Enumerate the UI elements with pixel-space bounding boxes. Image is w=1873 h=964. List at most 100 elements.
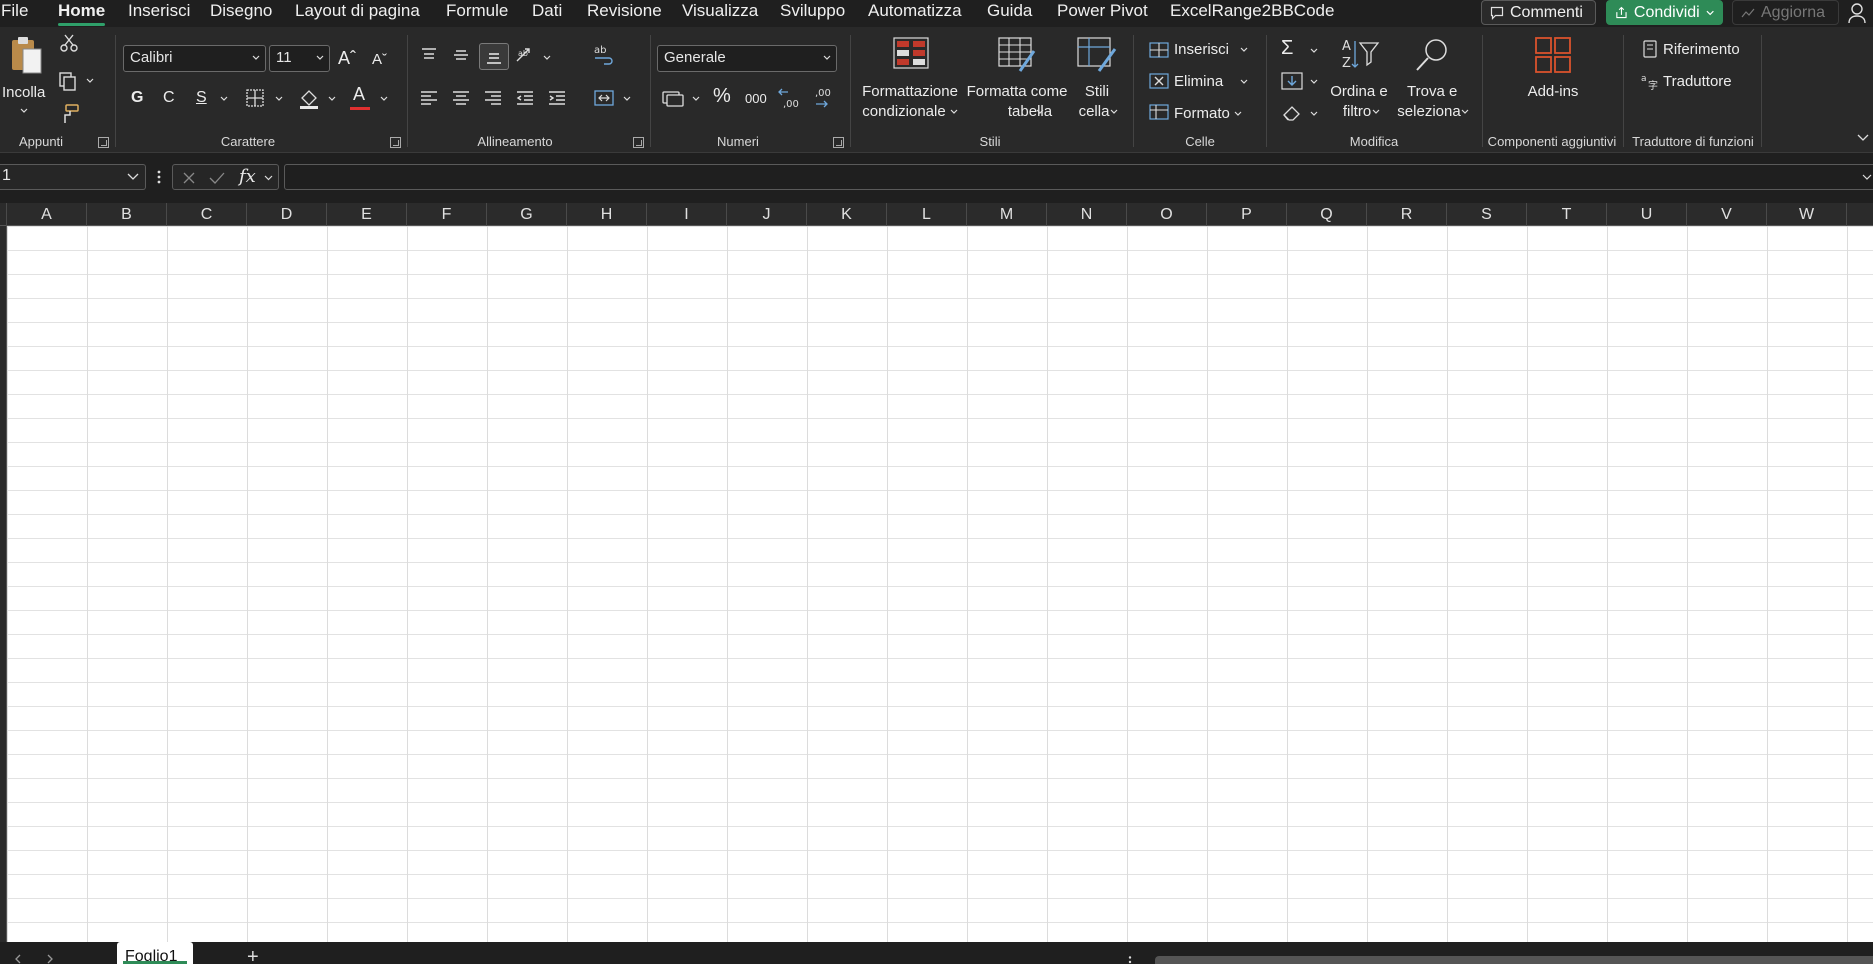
percent-style-button[interactable]: % (713, 86, 731, 106)
ribbon-collapse-icon[interactable] (1857, 134, 1869, 142)
column-header[interactable]: P (1207, 203, 1287, 226)
orientation-chevron-icon[interactable] (543, 54, 551, 62)
column-header[interactable]: Q (1287, 203, 1367, 226)
cell-styles-label-2[interactable]: cella (1074, 102, 1114, 122)
menu-guida[interactable]: Guida (987, 1, 1032, 21)
menu-excelrange2bbcode[interactable]: ExcelRange2BBCode (1170, 1, 1334, 21)
sort-filter-label-2[interactable]: filtro (1339, 102, 1375, 122)
align-bottom-button[interactable] (479, 43, 509, 70)
menu-automatizza[interactable]: Automatizza (868, 1, 962, 21)
cell-styles-label[interactable]: Stili (1081, 82, 1113, 102)
comma-style-button[interactable]: 000 (745, 89, 767, 109)
menu-power-pivot[interactable]: Power Pivot (1057, 1, 1148, 21)
clear-chevron-icon[interactable] (1310, 110, 1318, 118)
column-header[interactable]: U (1607, 203, 1687, 226)
format-as-table-chevron-icon[interactable] (1036, 108, 1044, 116)
menu-formule[interactable]: Formule (446, 1, 508, 21)
accounting-format-icon[interactable] (661, 88, 685, 108)
menu-sviluppo[interactable]: Sviluppo (780, 1, 845, 21)
wrap-text-icon[interactable]: ab (592, 43, 616, 67)
font-color-chevron-icon[interactable] (380, 95, 388, 103)
align-left-icon[interactable] (419, 88, 439, 108)
formula-input[interactable] (284, 164, 1873, 190)
more-sheets-icon[interactable] (1128, 956, 1132, 964)
menu-disegno[interactable]: Disegno (210, 1, 272, 21)
column-header[interactable]: D (247, 203, 327, 226)
insert-function-button[interactable]: fx (239, 166, 256, 187)
font-launcher-icon[interactable] (390, 137, 401, 148)
font-size-select[interactable]: 11 (269, 45, 330, 72)
update-button[interactable]: Aggiorna (1732, 0, 1839, 25)
alignment-launcher-icon[interactable] (633, 137, 644, 148)
merge-chevron-icon[interactable] (623, 95, 631, 103)
clear-icon[interactable] (1281, 103, 1303, 123)
increase-decimal-icon[interactable]: ,00 (778, 86, 802, 110)
column-header[interactable]: T (1527, 203, 1607, 226)
cell-styles-chevron-icon[interactable] (1110, 108, 1118, 116)
align-top-icon[interactable] (419, 45, 439, 65)
name-box[interactable]: 1 (0, 164, 146, 190)
number-launcher-icon[interactable] (833, 137, 844, 148)
sort-filter-label[interactable]: Ordina e (1330, 82, 1388, 102)
paste-label[interactable]: Incolla (2, 83, 45, 103)
menu-visualizza[interactable]: Visualizza (682, 1, 758, 21)
format-as-table-label[interactable]: Formatta come (965, 82, 1069, 102)
find-select-icon[interactable] (1414, 37, 1450, 73)
format-as-table-label-2[interactable]: tabella (1006, 102, 1054, 122)
increase-font-icon[interactable]: Aˆ (338, 48, 356, 68)
column-header-partial[interactable] (1847, 203, 1873, 226)
cut-icon[interactable] (59, 33, 79, 53)
format-cells-chevron-icon[interactable] (1234, 110, 1242, 118)
column-header[interactable]: N (1047, 203, 1127, 226)
column-header[interactable]: F (407, 203, 487, 226)
column-header[interactable]: O (1127, 203, 1207, 226)
conditional-formatting-icon[interactable] (893, 37, 929, 69)
insert-cells-icon[interactable] (1149, 41, 1169, 59)
underline-button[interactable]: S (196, 88, 207, 108)
sheet-tab-active[interactable]: Foglio1 (117, 942, 193, 964)
fill-color-icon[interactable] (298, 86, 320, 110)
menu-inserisci[interactable]: Inserisci (128, 1, 190, 21)
menu-layout[interactable]: Layout di pagina (295, 1, 420, 21)
column-header[interactable]: W (1767, 203, 1847, 226)
clipboard-launcher-icon[interactable] (98, 137, 109, 148)
reference-icon[interactable] (1642, 40, 1658, 58)
italic-button[interactable]: C (163, 88, 175, 108)
menu-home[interactable]: Home (58, 1, 106, 26)
column-header[interactable]: S (1447, 203, 1527, 226)
translator-label[interactable]: Traduttore (1663, 72, 1732, 92)
borders-chevron-icon[interactable] (275, 95, 283, 103)
sort-filter-chevron-icon[interactable] (1372, 108, 1380, 116)
column-header[interactable]: A (7, 203, 87, 226)
translator-icon[interactable]: a字 (1640, 71, 1660, 91)
reference-label[interactable]: Riferimento (1663, 40, 1740, 60)
column-header[interactable]: K (807, 203, 887, 226)
column-header[interactable]: M (967, 203, 1047, 226)
find-select-chevron-icon[interactable] (1461, 108, 1469, 116)
format-cells-icon[interactable] (1149, 103, 1169, 121)
format-painter-icon[interactable] (58, 103, 80, 125)
align-middle-icon[interactable] (451, 45, 471, 65)
select-all-corner[interactable] (0, 203, 7, 226)
underline-chevron-icon[interactable] (220, 95, 228, 103)
fill-color-chevron-icon[interactable] (328, 95, 336, 103)
horizontal-scrollbar[interactable] (1155, 956, 1873, 964)
paste-icon[interactable] (9, 35, 43, 75)
align-right-icon[interactable] (483, 88, 503, 108)
accounting-chevron-icon[interactable] (692, 95, 700, 103)
column-header[interactable]: B (87, 203, 167, 226)
add-ins-label[interactable]: Add-ins (1526, 82, 1580, 102)
menu-revisione[interactable]: Revisione (587, 1, 662, 21)
font-color-icon[interactable]: A (353, 84, 365, 104)
conditional-chevron-icon[interactable] (950, 108, 958, 116)
row-headers[interactable] (0, 226, 7, 942)
column-header[interactable]: H (567, 203, 647, 226)
paste-chevron-icon[interactable] (20, 107, 28, 115)
expand-formula-icon[interactable] (1862, 174, 1872, 180)
column-header[interactable]: G (487, 203, 567, 226)
align-center-icon[interactable] (451, 88, 471, 108)
autosum-icon[interactable]: Σ (1281, 38, 1293, 58)
enter-check-icon[interactable] (209, 171, 225, 185)
column-header[interactable]: R (1367, 203, 1447, 226)
conditional-formatting-label-2[interactable]: condizionale (852, 102, 956, 122)
